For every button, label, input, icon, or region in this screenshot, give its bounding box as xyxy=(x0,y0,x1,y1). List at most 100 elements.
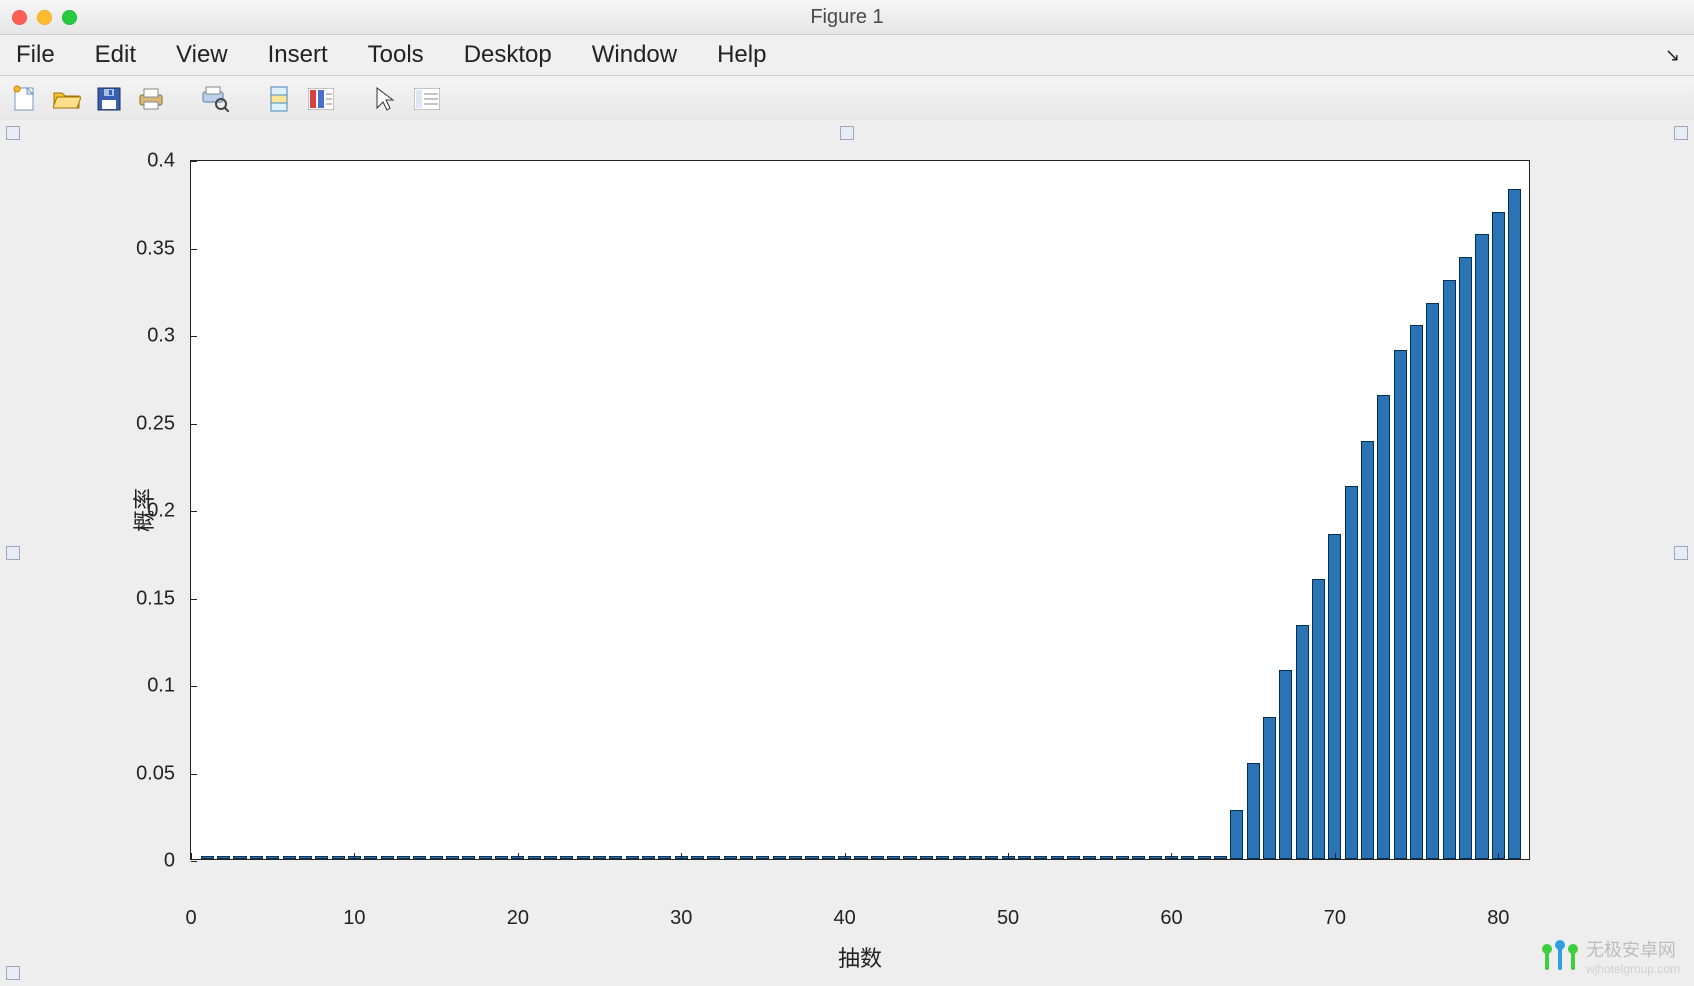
close-window-button[interactable] xyxy=(12,10,27,25)
bar xyxy=(740,856,753,860)
bar xyxy=(446,856,459,860)
bar xyxy=(1018,856,1031,860)
edit-plot-button[interactable] xyxy=(370,84,400,114)
bar xyxy=(953,856,966,860)
bar xyxy=(299,856,312,860)
bar xyxy=(1328,534,1341,860)
minimize-window-button[interactable] xyxy=(37,10,52,25)
bar xyxy=(642,856,655,860)
plot-tools-button[interactable] xyxy=(412,84,442,114)
x-tick-label: 0 xyxy=(185,907,196,930)
figure-area: 概率 抽数 00.050.10.150.20.250.30.350.4 0102… xyxy=(0,120,1694,986)
bar xyxy=(1508,189,1521,859)
menubar: File Edit View Insert Tools Desktop Wind… xyxy=(0,35,1694,76)
bar xyxy=(871,856,884,860)
menu-tools[interactable]: Tools xyxy=(362,39,430,71)
bar xyxy=(1296,625,1309,860)
bar xyxy=(544,856,557,860)
menu-view[interactable]: View xyxy=(170,39,234,71)
bar xyxy=(332,856,345,860)
new-figure-icon xyxy=(13,85,37,113)
watermark-logo-icon xyxy=(1542,940,1578,972)
bar xyxy=(217,856,230,860)
bar xyxy=(1230,810,1243,859)
bar xyxy=(773,856,786,860)
y-tick-label: 0.25 xyxy=(136,412,175,435)
x-tick-label: 20 xyxy=(507,907,529,930)
bar xyxy=(854,856,867,860)
bar xyxy=(609,856,622,860)
menu-insert[interactable]: Insert xyxy=(262,39,334,71)
colorbar-button[interactable] xyxy=(306,84,336,114)
menu-file[interactable]: File xyxy=(10,39,61,71)
bar xyxy=(887,856,900,860)
x-tick-label: 50 xyxy=(997,907,1019,930)
x-axis-label: 抽数 xyxy=(838,941,882,973)
menu-desktop[interactable]: Desktop xyxy=(458,39,558,71)
dock-figure-icon[interactable]: ↘ xyxy=(1665,45,1680,66)
bars-layer xyxy=(191,161,1529,859)
window-title: Figure 1 xyxy=(0,6,1694,29)
bar xyxy=(1083,856,1096,860)
bar xyxy=(920,856,933,860)
bar xyxy=(266,856,279,860)
x-tick-label: 70 xyxy=(1324,907,1346,930)
bar xyxy=(593,856,606,860)
bar xyxy=(1181,856,1194,860)
y-tick-label: 0.3 xyxy=(147,325,175,348)
bar xyxy=(201,856,214,860)
x-tick-label: 10 xyxy=(343,907,365,930)
bar xyxy=(1443,280,1456,859)
watermark-text: 无极安卓网 xyxy=(1586,940,1676,960)
traffic-lights xyxy=(12,10,77,25)
bar xyxy=(315,856,328,860)
print-button[interactable] xyxy=(136,84,166,114)
bar xyxy=(1116,856,1129,860)
menu-help[interactable]: Help xyxy=(711,39,772,71)
print-icon xyxy=(138,87,164,111)
x-tick-label: 60 xyxy=(1160,907,1182,930)
bar xyxy=(1426,303,1439,860)
bar xyxy=(1051,856,1064,860)
toolbar xyxy=(0,76,1694,123)
bar xyxy=(1263,717,1276,859)
bar xyxy=(381,856,394,860)
bar xyxy=(495,856,508,860)
bar xyxy=(1475,234,1488,859)
new-figure-button[interactable] xyxy=(10,84,40,114)
bar xyxy=(1132,856,1145,860)
x-tick-label: 30 xyxy=(670,907,692,930)
bar xyxy=(626,856,639,860)
menu-window[interactable]: Window xyxy=(586,39,683,71)
bar xyxy=(707,856,720,860)
bar xyxy=(233,856,246,860)
zoom-window-button[interactable] xyxy=(62,10,77,25)
bar xyxy=(413,856,426,860)
open-file-icon xyxy=(53,88,81,110)
y-tick-label: 0.2 xyxy=(147,500,175,523)
bar xyxy=(364,856,377,860)
bar xyxy=(1345,486,1358,859)
save-icon xyxy=(97,87,121,111)
print-preview-button[interactable] xyxy=(200,84,230,114)
open-button[interactable] xyxy=(52,84,82,114)
bar xyxy=(1198,856,1211,860)
x-tick-label: 80 xyxy=(1487,907,1509,930)
bar xyxy=(1149,856,1162,860)
bar xyxy=(691,856,704,860)
y-tick-label: 0.15 xyxy=(136,587,175,610)
menu-edit[interactable]: Edit xyxy=(89,39,142,71)
save-button[interactable] xyxy=(94,84,124,114)
link-plot-button[interactable] xyxy=(264,84,294,114)
plot-tools-icon xyxy=(414,88,440,110)
bar xyxy=(1312,579,1325,859)
bar xyxy=(1492,212,1505,860)
axes[interactable]: 概率 抽数 00.050.10.150.20.250.30.350.4 0102… xyxy=(190,160,1530,860)
bar xyxy=(1410,325,1423,859)
bar xyxy=(528,856,541,860)
bar xyxy=(1067,856,1080,860)
watermark-subtext: wjhotelgroup.com xyxy=(1586,962,1680,976)
bar xyxy=(462,856,475,860)
bar xyxy=(1247,763,1260,859)
y-tick-label: 0.05 xyxy=(136,762,175,785)
